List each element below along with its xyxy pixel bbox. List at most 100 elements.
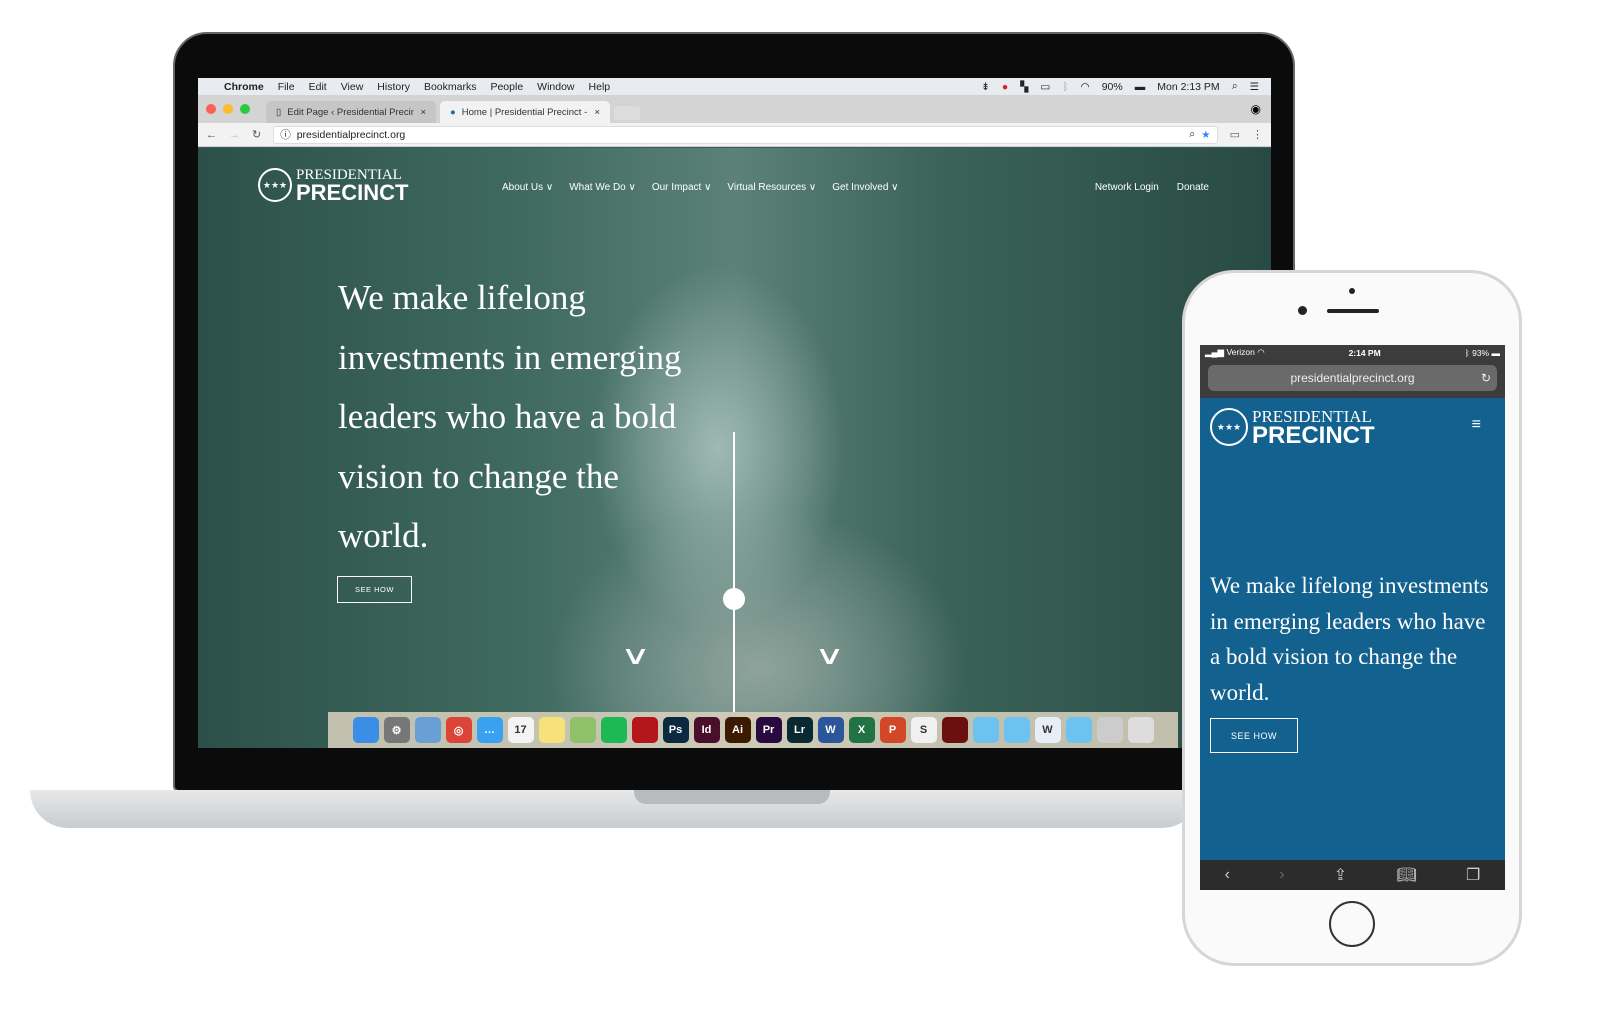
menu-window[interactable]: Window xyxy=(537,81,574,93)
dock-app-icon[interactable] xyxy=(1065,717,1092,743)
dock-app-icon[interactable] xyxy=(600,717,627,743)
nav-our-impact[interactable]: Our Impact ∨ xyxy=(652,182,712,193)
phone-url-field[interactable]: presidentialprecinct.org ↻ xyxy=(1208,365,1497,391)
minimize-window-button[interactable] xyxy=(223,104,233,114)
dropbox-icon[interactable]: ⇟ xyxy=(981,81,990,93)
nav-get-involved[interactable]: Get Involved ∨ xyxy=(832,182,898,193)
dock-app-icon[interactable]: W xyxy=(817,717,844,743)
nav-network-login[interactable]: Network Login xyxy=(1095,182,1159,193)
menu-edit[interactable]: Edit xyxy=(309,81,327,93)
see-how-button[interactable]: SEE HOW xyxy=(337,576,412,603)
site-logo[interactable]: ★★★ PRESIDENTIAL PRECINCT xyxy=(258,168,408,203)
dock-app-icon[interactable] xyxy=(941,717,968,743)
dock-app-icon[interactable] xyxy=(1003,717,1030,743)
dock-app-icon[interactable]: Lr xyxy=(786,717,813,743)
dock-app-icon[interactable]: P xyxy=(879,717,906,743)
menu-kebab-icon[interactable]: ⋮ xyxy=(1252,128,1263,141)
notification-center-icon[interactable]: ☰ xyxy=(1250,81,1259,93)
dock-app-icon[interactable]: Ps xyxy=(662,717,689,743)
dock-app-icon[interactable] xyxy=(352,717,379,743)
new-tab-button[interactable] xyxy=(614,106,640,120)
nav-about-us[interactable]: About Us ∨ xyxy=(502,182,553,193)
dock-app-icon[interactable]: 17 xyxy=(507,717,534,743)
menu-help[interactable]: Help xyxy=(589,81,611,93)
home-button[interactable] xyxy=(1329,901,1375,947)
menu-bookmarks[interactable]: Bookmarks xyxy=(424,81,477,93)
close-tab-icon[interactable]: × xyxy=(420,107,426,118)
dock-app-icon[interactable] xyxy=(1127,717,1154,743)
dock-app-icon[interactable] xyxy=(1096,717,1123,743)
nav-virtual-resources[interactable]: Virtual Resources ∨ xyxy=(727,182,816,193)
forward-icon[interactable]: → xyxy=(229,129,240,141)
tabs-icon[interactable]: ❐ xyxy=(1466,865,1480,885)
share-icon[interactable]: ⇪ xyxy=(1334,865,1347,885)
forward-icon[interactable]: › xyxy=(1279,866,1284,884)
reload-icon[interactable]: ↻ xyxy=(1481,371,1491,385)
site-logo[interactable]: ★★★ PRESIDENTIAL PRECINCT xyxy=(1210,408,1375,447)
menu-people[interactable]: People xyxy=(490,81,523,93)
dock-app-icon[interactable]: X xyxy=(848,717,875,743)
dock-app-icon[interactable] xyxy=(538,717,565,743)
video-scrubber-handle[interactable] xyxy=(723,588,745,610)
dock-app-icon[interactable] xyxy=(972,717,999,743)
back-icon[interactable]: ‹ xyxy=(1225,866,1230,884)
spotlight-icon[interactable]: ⌕ xyxy=(1232,80,1238,93)
dock-app-icon[interactable]: ⚙ xyxy=(383,717,410,743)
url-field[interactable]: ⓘ presidentialprecinct.org ⌕ ★ xyxy=(273,125,1218,144)
menu-file[interactable]: File xyxy=(278,81,295,93)
tab-home[interactable]: ● Home | Presidential Precinct - × xyxy=(440,101,610,123)
dock-app-icon[interactable]: Pr xyxy=(755,717,782,743)
dock-app-icon[interactable]: Ai xyxy=(724,717,751,743)
dock-app-icon[interactable]: ◎ xyxy=(445,717,472,743)
phone-speaker xyxy=(1327,309,1379,313)
phone-camera xyxy=(1298,306,1307,315)
dock-app-icon[interactable] xyxy=(631,717,658,743)
grid-icon[interactable]: ▚ xyxy=(1020,81,1028,93)
creative-cloud-icon[interactable]: ● xyxy=(1002,81,1008,93)
chevron-down-icon[interactable]: ∨ xyxy=(620,640,650,671)
back-icon[interactable]: ← xyxy=(206,129,217,141)
profile-icon[interactable]: ◉ xyxy=(1251,102,1261,116)
signal-icon: ▂▄▆ xyxy=(1205,347,1225,357)
hero-section: ★★★ PRESIDENTIAL PRECINCT About Us ∨ What… xyxy=(198,148,1271,748)
laptop-notch xyxy=(634,790,830,804)
dock-app-icon[interactable]: Id xyxy=(693,717,720,743)
dock-app-icon[interactable]: … xyxy=(476,717,503,743)
close-window-button[interactable] xyxy=(206,104,216,114)
site-favicon-icon: ● xyxy=(450,106,456,118)
menu-chrome[interactable]: Chrome xyxy=(224,81,264,93)
info-icon[interactable]: ⓘ xyxy=(280,127,291,142)
phone-see-how-button[interactable]: SEE HOW xyxy=(1210,718,1298,753)
battery-icon[interactable]: ▬ xyxy=(1135,81,1146,93)
tab-edit-page[interactable]: ▯ Edit Page ‹ Presidential Precinct × xyxy=(266,101,436,123)
nav-what-we-do[interactable]: What We Do ∨ xyxy=(569,182,636,193)
address-bar-row: ← → ↻ ⓘ presidentialprecinct.org ⌕ ★ ▭ ⋮ xyxy=(198,123,1271,147)
clock[interactable]: Mon 2:13 PM xyxy=(1157,81,1219,93)
secondary-nav: Network Login Donate xyxy=(1095,182,1209,193)
maximize-window-button[interactable] xyxy=(240,104,250,114)
tab-bar: ▯ Edit Page ‹ Presidential Precinct × ● Hom… xyxy=(198,95,1271,123)
dock-app-icon[interactable]: S xyxy=(910,717,937,743)
zoom-icon[interactable]: ⌕ xyxy=(1189,128,1195,141)
bookmarks-icon[interactable]: 📖︎ xyxy=(1396,865,1416,885)
reload-icon[interactable]: ↻ xyxy=(252,128,261,141)
dock-app-icon[interactable] xyxy=(569,717,596,743)
menu-history[interactable]: History xyxy=(377,81,410,93)
close-tab-icon[interactable]: × xyxy=(594,107,600,118)
airplay-icon[interactable]: ▭ xyxy=(1040,81,1050,93)
hamburger-menu-icon[interactable]: ≡ xyxy=(1472,416,1481,434)
bookmark-star-icon[interactable]: ★ xyxy=(1201,129,1210,141)
dock-app-icon[interactable]: W xyxy=(1034,717,1061,743)
window-controls xyxy=(206,104,250,114)
chevron-down-icon[interactable]: ∨ xyxy=(814,640,844,671)
dock-app-icon[interactable] xyxy=(414,717,441,743)
wifi-icon: ◠ xyxy=(1257,347,1265,357)
logo-seal-icon: ★★★ xyxy=(1210,408,1248,447)
video-scrubber-track[interactable] xyxy=(733,432,735,712)
cast-icon[interactable]: ▭ xyxy=(1230,128,1240,141)
logo-seal-icon: ★★★ xyxy=(258,168,292,203)
nav-donate[interactable]: Donate xyxy=(1177,182,1209,193)
menu-view[interactable]: View xyxy=(341,81,364,93)
bluetooth-icon[interactable]: ᛒ xyxy=(1062,81,1068,93)
wifi-icon[interactable]: ◠ xyxy=(1081,81,1090,93)
